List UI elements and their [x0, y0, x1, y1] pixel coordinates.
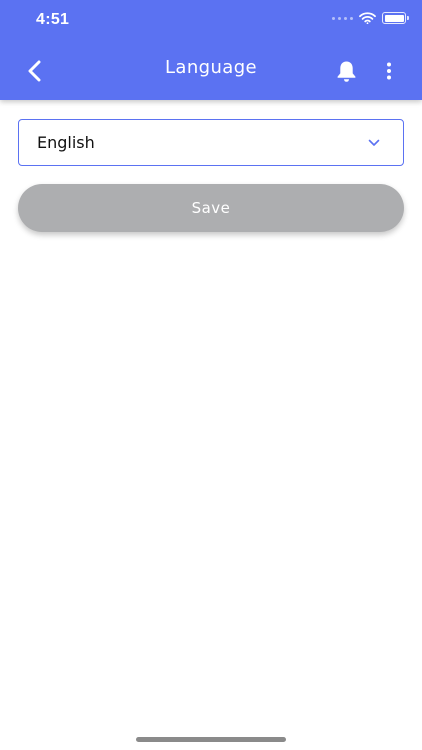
status-time: 4:51	[36, 11, 70, 28]
bell-icon	[337, 61, 355, 82]
language-select[interactable]: English	[18, 119, 404, 166]
more-options-button[interactable]	[376, 56, 402, 86]
wifi-icon	[359, 12, 376, 24]
app-bar: 4:51 Language	[0, 0, 422, 100]
chevron-down-icon	[367, 137, 381, 149]
battery-icon	[382, 12, 409, 24]
home-indicator	[136, 737, 286, 742]
selected-language: English	[37, 133, 95, 152]
notifications-button[interactable]	[331, 56, 361, 86]
signal-dots-icon	[332, 16, 353, 20]
status-icons	[332, 12, 409, 24]
more-vertical-icon	[387, 62, 391, 80]
save-button[interactable]: Save	[18, 184, 404, 232]
language-screen: 4:51 Language English Save	[0, 0, 422, 750]
